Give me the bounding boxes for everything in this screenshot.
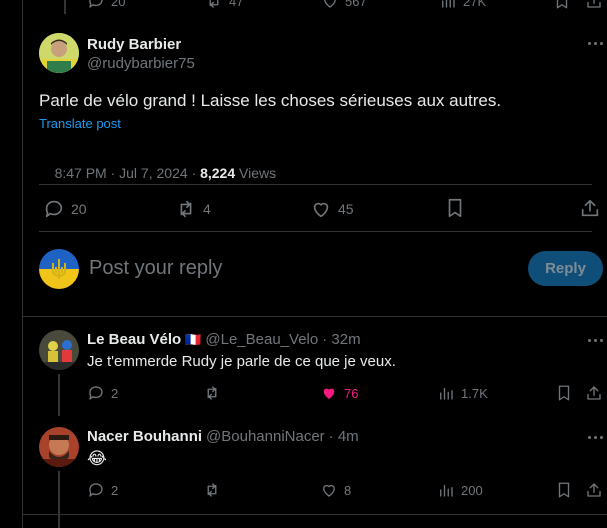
repost-action[interactable] xyxy=(203,481,227,499)
analytics-icon xyxy=(440,484,453,497)
reply-count: 20 xyxy=(71,201,87,217)
views-count: 1.7K xyxy=(461,385,488,401)
share-icon[interactable] xyxy=(579,197,601,219)
divider xyxy=(23,514,607,515)
reply-input[interactable]: Post your reply xyxy=(89,257,509,280)
repost-action[interactable]: 47 xyxy=(205,0,243,10)
divider xyxy=(23,316,607,317)
reply-action[interactable]: 2 xyxy=(87,481,118,499)
reply-action[interactable]: 2 xyxy=(87,384,118,402)
avatar[interactable] xyxy=(39,427,79,467)
reply-count: 2 xyxy=(111,482,119,498)
like-count: 8 xyxy=(344,482,352,498)
author-name[interactable]: Le Beau Vélo xyxy=(87,331,181,348)
like-action[interactable]: 8 xyxy=(320,481,351,499)
reply-text: Je t'emmerde Rudy je parle de ce que je … xyxy=(87,353,396,370)
bookmark-icon[interactable] xyxy=(555,481,573,499)
views-label: Views xyxy=(239,165,277,181)
avatar[interactable] xyxy=(39,33,79,73)
repost-count: 47 xyxy=(229,0,244,9)
reply-author-line: Le Beau Vélo 🇫🇷 @Le_Beau_Velo · 32m xyxy=(87,331,361,348)
reply-text: 😂 xyxy=(87,449,107,468)
author-name[interactable]: Nacer Bouhanni xyxy=(87,428,202,445)
thread-connector xyxy=(58,374,60,416)
like-count: 45 xyxy=(338,201,354,217)
more-options-icon[interactable] xyxy=(588,436,603,439)
person-avatar-icon xyxy=(39,427,79,467)
avatar[interactable] xyxy=(39,330,79,370)
analytics-icon xyxy=(442,0,455,8)
repost-icon xyxy=(180,200,192,218)
author-name[interactable]: Rudy Barbier xyxy=(87,36,181,53)
repost-icon xyxy=(209,0,219,8)
like-count: 567 xyxy=(345,0,367,9)
translate-link[interactable]: Translate post xyxy=(39,116,121,131)
heart-filled-icon xyxy=(323,388,335,399)
tweet-timestamp: 8:47 PM · Jul 7, 2024 · 8,224 Views xyxy=(39,149,277,197)
views-count: 27K xyxy=(463,0,487,9)
reply-time[interactable]: · 32m xyxy=(322,331,360,348)
reply-action[interactable]: 20 xyxy=(87,0,125,10)
analytics-icon xyxy=(440,387,453,400)
more-options-icon[interactable] xyxy=(588,339,603,342)
france-flag-icon: 🇫🇷 xyxy=(185,332,202,347)
thread-connector xyxy=(58,471,60,528)
ukraine-flag-avatar-icon xyxy=(39,249,79,289)
author-handle[interactable]: @BouhanniNacer xyxy=(206,428,325,445)
thread-connector xyxy=(64,0,66,14)
reply-count: 20 xyxy=(111,0,126,9)
reply-author-line: Nacer Bouhanni @BouhanniNacer · 4m xyxy=(87,428,359,445)
reply-time[interactable]: · 4m xyxy=(329,428,359,445)
timestamp-text[interactable]: 8:47 PM · Jul 7, 2024 · xyxy=(55,165,201,181)
person-avatar-icon xyxy=(39,33,79,73)
views-action[interactable]: 200 xyxy=(437,481,483,499)
repost-icon xyxy=(207,483,217,497)
views-action[interactable]: 27K xyxy=(439,0,486,10)
heart-icon xyxy=(323,484,335,497)
conversation-column: 20 47 567 27K Rudy Barbier @rudybarbier7… xyxy=(22,0,607,528)
views-number: 8,224 xyxy=(200,165,236,181)
reply-icon xyxy=(89,386,103,400)
like-action[interactable]: 567 xyxy=(321,0,367,10)
views-action[interactable]: 1.7K xyxy=(437,384,488,402)
views-count: 200 xyxy=(461,482,483,498)
author-handle[interactable]: @rudybarbier75 xyxy=(87,55,195,72)
like-count: 76 xyxy=(344,385,359,401)
share-icon[interactable] xyxy=(585,384,603,402)
more-options-icon[interactable] xyxy=(588,42,603,45)
repost-action[interactable]: 4 xyxy=(175,198,211,220)
reply-icon xyxy=(89,0,103,8)
repost-icon xyxy=(207,386,217,400)
like-action[interactable]: 45 xyxy=(310,198,354,220)
heart-icon xyxy=(313,202,329,218)
tweet-text: Parle de vélo grand ! Laisse les choses … xyxy=(39,91,502,110)
reply-icon xyxy=(45,200,63,218)
divider xyxy=(39,184,592,185)
my-avatar[interactable] xyxy=(39,249,79,289)
cyclists-avatar-icon xyxy=(39,330,79,370)
reply-button[interactable]: Reply xyxy=(528,251,603,286)
bookmark-icon[interactable] xyxy=(553,0,571,10)
like-action[interactable]: 76 xyxy=(320,384,358,402)
reply-button-label: Reply xyxy=(545,260,586,277)
share-icon[interactable] xyxy=(585,0,603,10)
reply-icon xyxy=(89,483,103,497)
author-handle[interactable]: @Le_Beau_Velo xyxy=(205,331,318,348)
bookmark-icon[interactable] xyxy=(555,384,573,402)
repost-count: 4 xyxy=(203,201,211,217)
reply-action[interactable]: 20 xyxy=(43,198,87,220)
divider xyxy=(39,231,592,232)
bookmark-icon[interactable] xyxy=(444,197,466,219)
heart-icon xyxy=(324,0,336,8)
repost-action[interactable] xyxy=(203,384,227,402)
share-icon[interactable] xyxy=(585,481,603,499)
reply-count: 2 xyxy=(111,385,119,401)
